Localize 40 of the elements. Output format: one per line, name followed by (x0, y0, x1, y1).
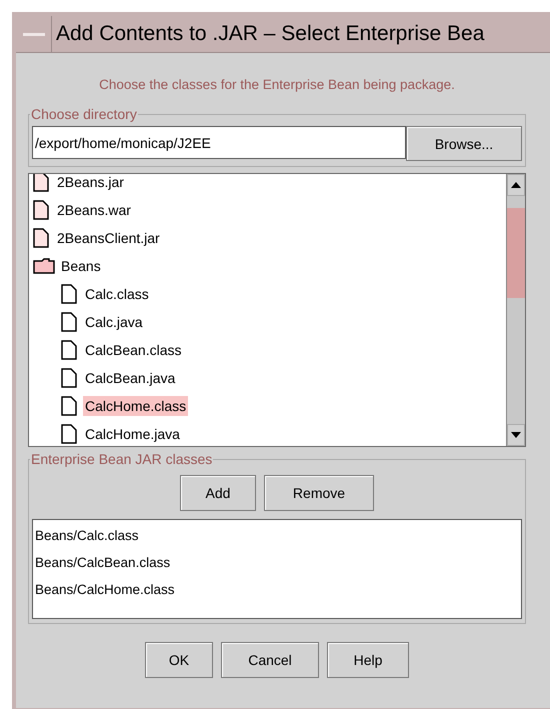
dialog-button[interactable]: Help (327, 642, 409, 678)
dialog-button[interactable]: Cancel (221, 642, 319, 678)
tree-item[interactable]: Calc.java (83, 312, 145, 332)
instruction-text: Choose the classes for the Enterprise Bean being package. (98, 76, 456, 94)
file-icon (61, 396, 77, 416)
file-icon (33, 200, 49, 220)
file-icon (61, 424, 77, 444)
tree-item[interactable]: Calc.class (83, 284, 151, 304)
list-item[interactable]: Beans/Calc.class (33, 522, 521, 549)
file-icon (61, 312, 77, 332)
tree-item[interactable]: CalcHome.java (83, 424, 182, 444)
vertical-scrollbar[interactable] (506, 174, 525, 446)
action-button[interactable]: Remove (264, 475, 374, 511)
tree-item[interactable]: 2Beans.jar (55, 174, 126, 192)
file-icon (61, 340, 77, 360)
up-triangle-icon (511, 182, 521, 188)
action-button[interactable]: Add (180, 475, 256, 511)
directory-field[interactable]: /export/home/monicap/J2EE (32, 126, 406, 159)
tree-item[interactable]: CalcBean.class (83, 340, 184, 360)
file-icon (61, 368, 77, 388)
file-icon (33, 228, 49, 248)
file-icon (33, 174, 49, 192)
tree-item[interactable]: Beans (59, 256, 103, 276)
tree-item[interactable]: CalcBean.java (83, 368, 178, 388)
scroll-up-button[interactable] (507, 174, 525, 196)
tree-item[interactable]: 2BeansClient.jar (55, 228, 162, 248)
file-icon (61, 284, 77, 304)
browse-button[interactable]: Browse... (406, 126, 522, 161)
scroll-down-button[interactable] (507, 424, 525, 446)
list-item[interactable]: Beans/CalcHome.class (33, 576, 521, 603)
dialog-button[interactable]: OK (145, 642, 213, 678)
down-triangle-icon (511, 432, 521, 438)
group-label: Choose directory (30, 106, 138, 122)
folder-icon (33, 258, 55, 274)
tree-item[interactable]: CalcHome.class (83, 396, 188, 416)
group-label: Enterprise Bean JAR classes (30, 451, 214, 467)
window-title: Add Contents to .JAR – Select Enterprise Bea (55, 22, 484, 46)
scrollbar-thumb[interactable] (507, 208, 525, 298)
tree-item[interactable]: 2Beans.war (55, 200, 133, 220)
list-item[interactable]: Beans/CalcBean.class (33, 549, 521, 576)
